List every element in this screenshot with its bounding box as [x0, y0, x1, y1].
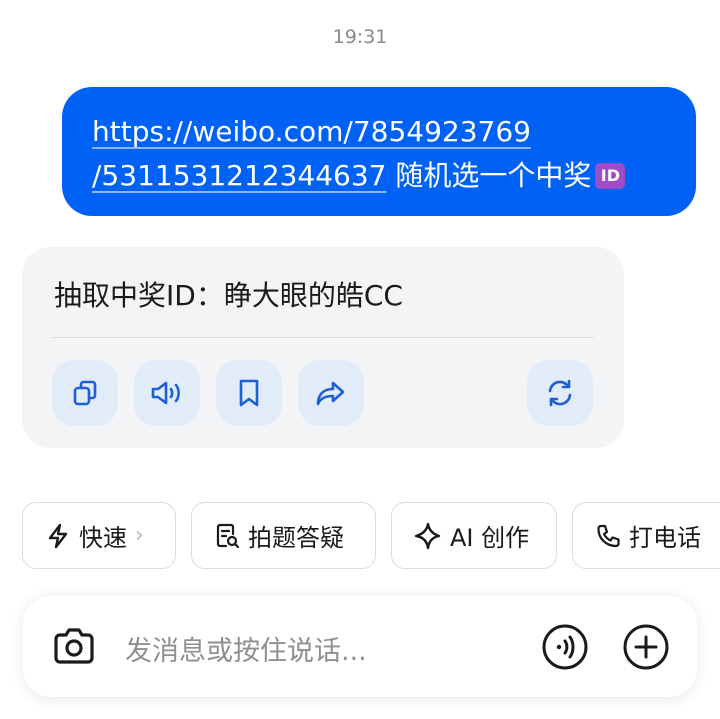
message-link-line-2[interactable]: /5311531212344637	[92, 159, 386, 192]
quick-chip-photo-qa-label: 拍题答疑	[248, 524, 344, 552]
message-input-bar: 发消息或按住说话...	[23, 596, 697, 697]
bookmark-icon	[239, 379, 259, 407]
photo-search-icon	[216, 523, 240, 548]
copy-button[interactable]	[52, 360, 118, 426]
message-input[interactable]: 发消息或按住说话...	[125, 629, 367, 668]
reply-divider	[52, 337, 594, 338]
share-button[interactable]	[298, 360, 364, 426]
plus-icon[interactable]	[622, 623, 670, 671]
quick-chip-photo-qa[interactable]: 拍题答疑	[191, 502, 376, 569]
read-aloud-button[interactable]	[134, 360, 200, 426]
user-message-bubble[interactable]: https://weibo.com/7854923769 /5311531212…	[62, 87, 696, 216]
quick-chip-ai-create[interactable]: AI 创作	[391, 502, 557, 569]
chevron-right-icon: ›	[135, 523, 144, 548]
speaker-icon	[151, 381, 180, 405]
message-link-line-1[interactable]: https://weibo.com/7854923769	[92, 110, 666, 154]
copy-icon	[73, 380, 97, 406]
voice-wave-icon[interactable]	[541, 623, 589, 671]
sparkle-icon	[414, 522, 441, 549]
camera-icon[interactable]	[51, 626, 97, 668]
id-emoji-badge: ID	[595, 163, 626, 189]
reply-text: 抽取中奖ID：睁大眼的皓CC	[54, 279, 403, 312]
message-line-2: /5311531212344637 随机选一个中奖 ID	[92, 154, 666, 198]
regenerate-icon	[548, 379, 572, 407]
message-text: 随机选一个中奖	[386, 159, 592, 192]
quick-chip-fast-label: 快速	[79, 524, 127, 552]
bookmark-button[interactable]	[216, 360, 282, 426]
quick-chip-fast[interactable]: 快速 ›	[22, 502, 176, 569]
phone-icon	[597, 524, 620, 547]
quick-chip-ai-create-label: AI 创作	[450, 524, 530, 552]
quick-chip-call-label: 打电话	[629, 524, 701, 552]
assistant-reply-card: 抽取中奖ID：睁大眼的皓CC	[22, 247, 624, 448]
share-icon	[316, 381, 345, 406]
quick-chip-call[interactable]: 打电话	[572, 502, 720, 569]
regenerate-button[interactable]	[527, 360, 593, 426]
timestamp: 19:31	[332, 26, 388, 48]
lightning-icon	[48, 523, 68, 548]
